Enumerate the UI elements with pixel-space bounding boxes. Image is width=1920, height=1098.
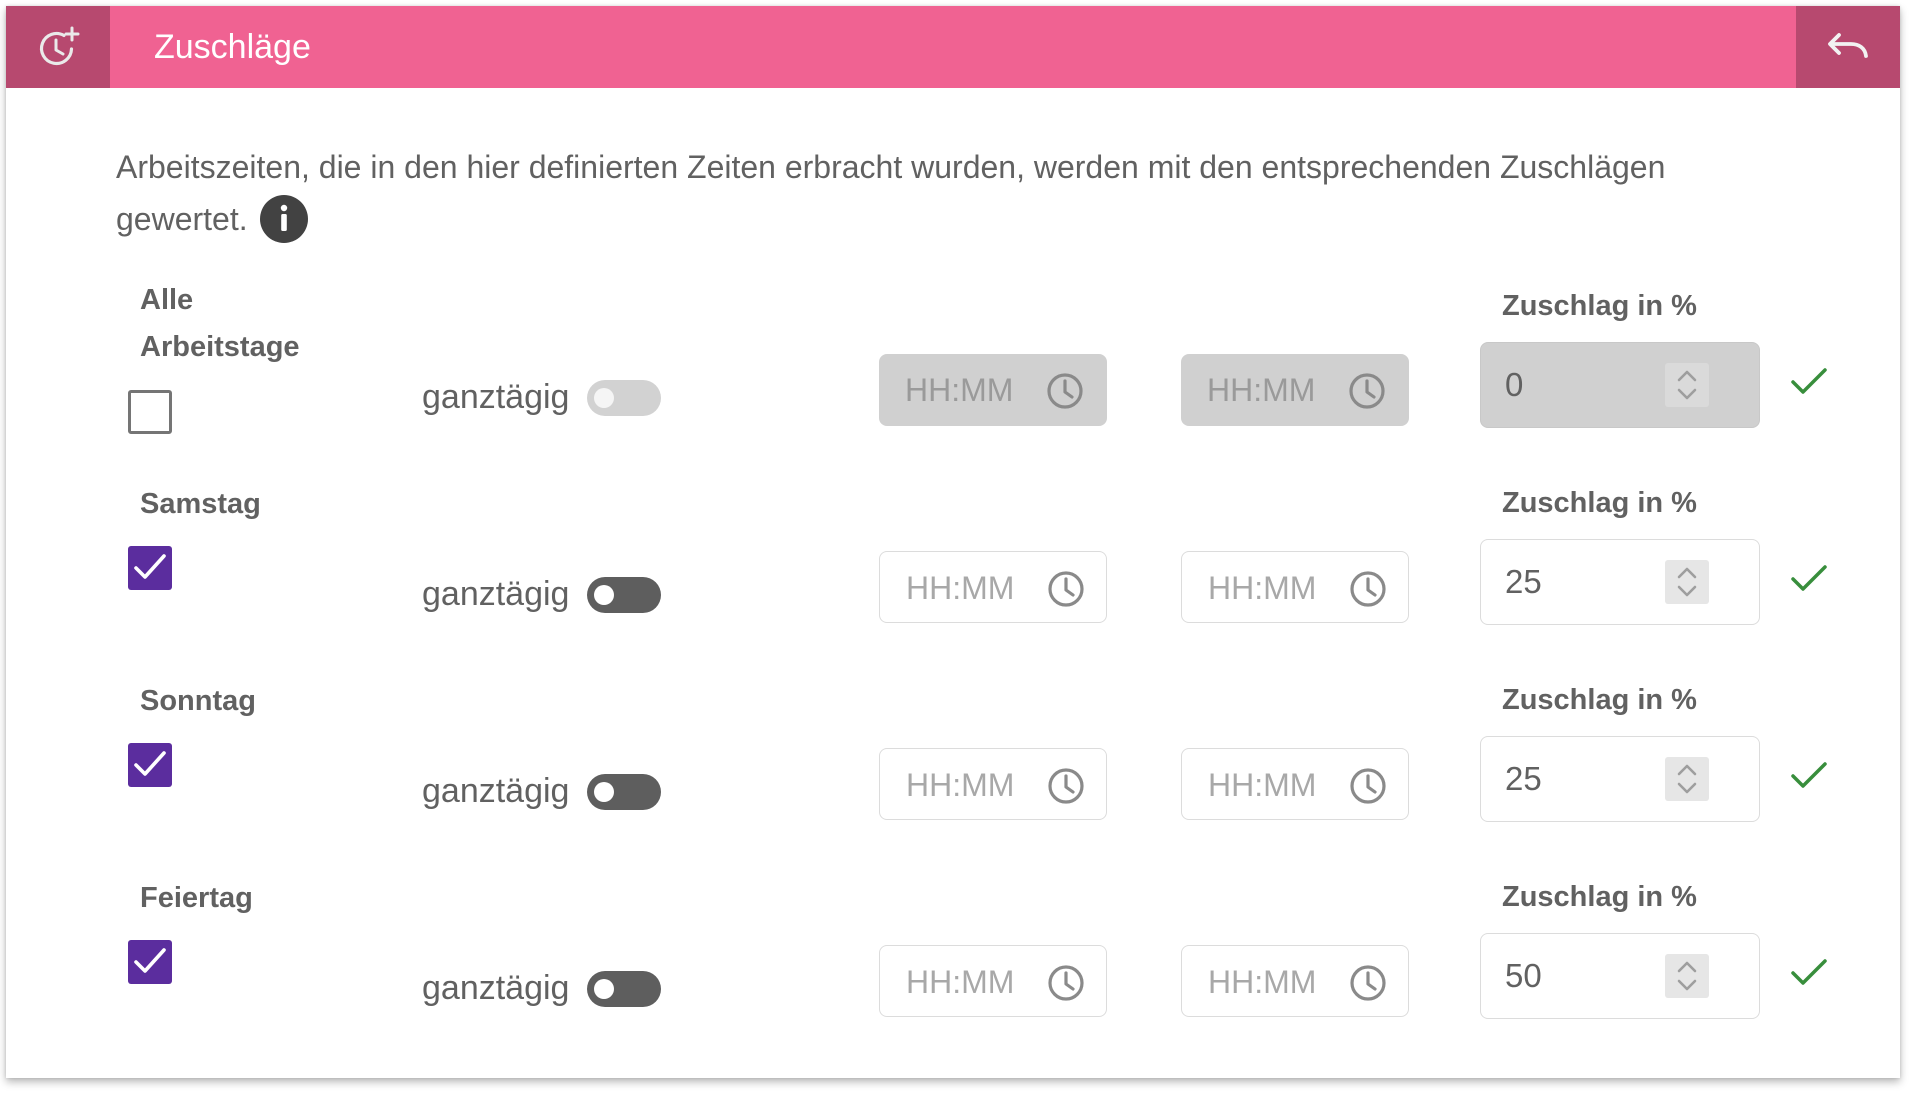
number-spinner[interactable] bbox=[1665, 757, 1709, 801]
end-time-input-sonntag[interactable]: HH:MM bbox=[1181, 748, 1409, 820]
zuschlag-value: 50 bbox=[1505, 957, 1542, 994]
clock-icon bbox=[1047, 373, 1083, 409]
checkbox-sonntag[interactable] bbox=[128, 743, 172, 787]
number-spinner[interactable] bbox=[1665, 560, 1709, 604]
undo-button[interactable] bbox=[1796, 6, 1900, 88]
zuschlag-input-alle-arbeitstage[interactable]: 0 bbox=[1480, 342, 1760, 428]
checkmark-icon bbox=[134, 751, 166, 776]
zuschlaege-card: Zuschläge Arbeitszeiten, die in den hier… bbox=[6, 6, 1900, 1078]
time-placeholder: HH:MM bbox=[1208, 964, 1317, 1000]
clock-icon bbox=[1350, 768, 1386, 804]
ganztaegig-toggle-feiertag[interactable] bbox=[587, 971, 661, 1007]
row-label-sonntag: Sonntag bbox=[140, 685, 256, 717]
number-spinner[interactable] bbox=[1665, 954, 1709, 998]
start-time-input-alle-arbeitstage[interactable]: HH:MM bbox=[879, 354, 1107, 426]
ganztaegig-toggle-alle-arbeitstage[interactable] bbox=[587, 380, 661, 416]
spinner-arrows-icon bbox=[1677, 961, 1697, 991]
row-label-feiertag: Feiertag bbox=[140, 882, 253, 914]
time-placeholder: HH:MM bbox=[1207, 372, 1316, 408]
clock-icon bbox=[1350, 571, 1386, 607]
spinner-arrows-icon bbox=[1677, 567, 1697, 597]
checkmark-icon bbox=[134, 948, 166, 973]
ganztaegig-label: ganztägig bbox=[422, 378, 570, 416]
time-placeholder: HH:MM bbox=[1208, 767, 1317, 803]
row-label-samstag: Samstag bbox=[140, 488, 261, 520]
undo-icon bbox=[1828, 33, 1868, 58]
info-icon[interactable] bbox=[259, 194, 308, 243]
time-placeholder: HH:MM bbox=[906, 570, 1015, 606]
spinner-arrows-icon bbox=[1677, 764, 1697, 794]
valid-check-icon bbox=[1791, 762, 1827, 788]
start-time-input-feiertag[interactable]: HH:MM bbox=[879, 945, 1107, 1017]
end-time-input-alle-arbeitstage[interactable]: HH:MM bbox=[1181, 354, 1409, 426]
zuschlag-input-samstag[interactable]: 25 bbox=[1480, 539, 1760, 625]
checkbox-alle-arbeitstage[interactable] bbox=[128, 390, 172, 434]
card-title: Zuschläge bbox=[154, 28, 311, 66]
end-time-input-feiertag[interactable]: HH:MM bbox=[1181, 945, 1409, 1017]
zuschlag-input-feiertag[interactable]: 50 bbox=[1480, 933, 1760, 1019]
clock-icon bbox=[1349, 373, 1385, 409]
history-add-button[interactable] bbox=[6, 6, 110, 88]
time-placeholder: HH:MM bbox=[906, 767, 1015, 803]
end-time-input-samstag[interactable]: HH:MM bbox=[1181, 551, 1409, 623]
valid-check-icon bbox=[1791, 959, 1827, 985]
clock-icon bbox=[1048, 768, 1084, 804]
checkbox-samstag[interactable] bbox=[128, 546, 172, 590]
ganztaegig-label: ganztägig bbox=[422, 575, 570, 613]
clock-icon bbox=[1350, 965, 1386, 1001]
time-placeholder: HH:MM bbox=[1208, 570, 1317, 606]
checkmark-icon bbox=[134, 554, 166, 579]
spinner-arrows-icon bbox=[1677, 370, 1697, 400]
ganztaegig-toggle-samstag[interactable] bbox=[587, 577, 661, 613]
zuschlag-label: Zuschlag in % bbox=[1502, 290, 1697, 322]
valid-check-icon bbox=[1791, 565, 1827, 591]
valid-check-icon bbox=[1791, 368, 1827, 394]
description-content: Arbeitszeiten, die in den hier definiert… bbox=[116, 149, 1666, 237]
start-time-input-sonntag[interactable]: HH:MM bbox=[879, 748, 1107, 820]
card-header: Zuschläge bbox=[6, 6, 1900, 88]
row-label-alle-arbeitstage: Alle Arbeitstage bbox=[140, 284, 300, 363]
zuschlag-value: 0 bbox=[1505, 366, 1524, 403]
time-placeholder: HH:MM bbox=[906, 964, 1015, 1000]
zuschlag-input-sonntag[interactable]: 25 bbox=[1480, 736, 1760, 822]
clock-icon bbox=[1048, 965, 1084, 1001]
number-spinner[interactable] bbox=[1665, 363, 1709, 407]
zuschlag-label: Zuschlag in % bbox=[1502, 684, 1697, 716]
history-add-icon bbox=[39, 26, 80, 66]
ganztaegig-label: ganztägig bbox=[422, 969, 570, 1007]
clock-icon bbox=[1048, 571, 1084, 607]
time-placeholder: HH:MM bbox=[905, 372, 1014, 408]
description-text: Arbeitszeiten, die in den hier definiert… bbox=[116, 141, 1796, 246]
ganztaegig-toggle-sonntag[interactable] bbox=[587, 774, 661, 810]
zuschlag-label: Zuschlag in % bbox=[1502, 487, 1697, 519]
checkbox-feiertag[interactable] bbox=[128, 940, 172, 984]
zuschlag-value: 25 bbox=[1505, 563, 1542, 600]
start-time-input-samstag[interactable]: HH:MM bbox=[879, 551, 1107, 623]
ganztaegig-label: ganztägig bbox=[422, 772, 570, 810]
zuschlag-label: Zuschlag in % bbox=[1502, 881, 1697, 913]
zuschlag-value: 25 bbox=[1505, 760, 1542, 797]
